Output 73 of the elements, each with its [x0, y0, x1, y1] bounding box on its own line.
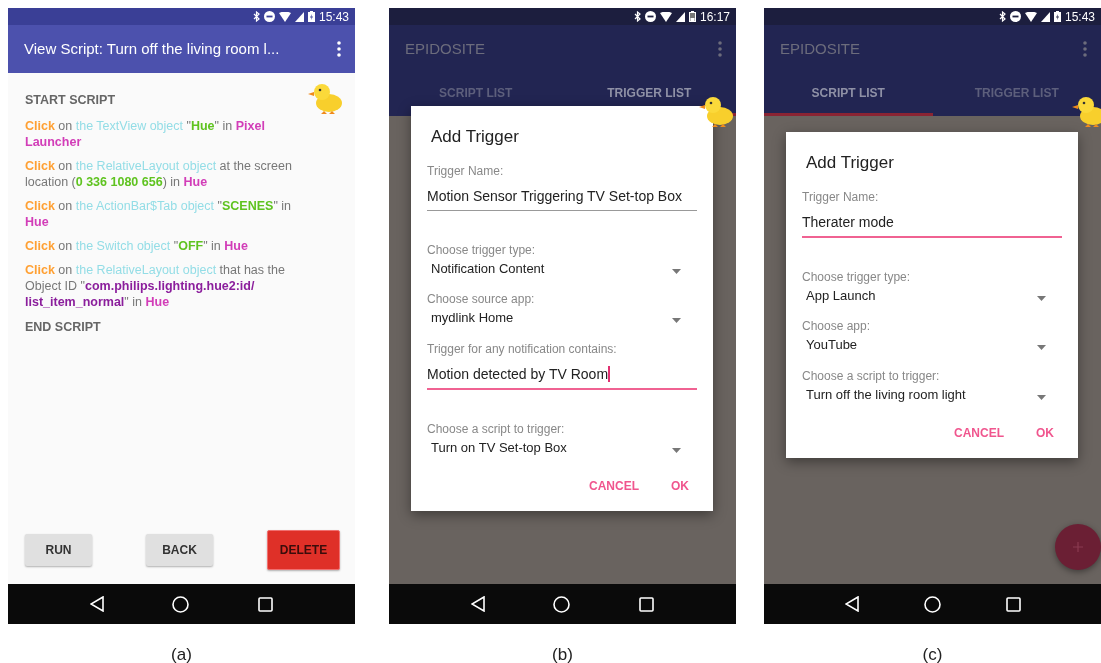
recent-apps-icon[interactable] [1005, 596, 1021, 612]
status-time: 15:43 [318, 8, 349, 26]
figure-caption: (c) [921, 644, 944, 663]
field-label: Trigger Name: [802, 188, 880, 206]
home-icon[interactable] [553, 595, 571, 613]
field-label: Choose a script to trigger: [427, 420, 566, 438]
recent-apps-icon[interactable] [257, 596, 273, 612]
dropdown[interactable]: YouTube [802, 335, 1062, 355]
dropdown-caret-icon [672, 318, 681, 323]
back-icon[interactable] [844, 596, 859, 612]
do-not-disturb-icon [644, 11, 656, 22]
dialog-title: Add Trigger [806, 152, 895, 174]
dialog-title: Add Trigger [431, 126, 520, 148]
signal-icon [675, 11, 685, 22]
duck-icon [1072, 94, 1101, 128]
dropdown[interactable]: Turn off the living room light [802, 384, 1062, 404]
dropdown-caret-icon [672, 447, 681, 453]
wifi-icon [1024, 11, 1037, 22]
field-label: Trigger Name: [427, 162, 505, 180]
field-label: Choose trigger type: [427, 241, 537, 259]
bluetooth-icon [252, 11, 260, 22]
overflow-menu-icon[interactable] [1083, 41, 1087, 57]
delete-button[interactable]: DELETE [267, 530, 340, 570]
dropdown-caret-icon [1037, 295, 1046, 301]
dropdown-caret-icon [1037, 394, 1046, 400]
wifi-icon [659, 11, 672, 22]
field-label: Choose trigger type: [802, 268, 912, 286]
overflow-menu-icon[interactable] [337, 41, 341, 57]
script-step: Click on the TextView object "Hue" in Pixel Launcher [25, 117, 293, 150]
home-icon[interactable] [172, 595, 190, 613]
text-field[interactable]: Motion Sensor Triggering TV Set-top Box [427, 181, 697, 211]
script-step: Click on the Switch object "OFF" in Hue [25, 237, 293, 254]
status-time: 15:43 [1064, 8, 1095, 26]
script-end-label: END SCRIPT [25, 318, 102, 336]
script-step: Click on the RelativeLayout object at the screen location (0 336 1080 656) in Hue [25, 157, 293, 190]
duck-icon [699, 94, 735, 128]
bluetooth-icon [633, 11, 641, 22]
script-start-label: START SCRIPT [25, 92, 117, 109]
dropdown[interactable]: App Launch [802, 285, 1062, 305]
status-time: 16:17 [699, 8, 730, 26]
bluetooth-icon [998, 11, 1006, 22]
app-bar-title: EPIDOSITE [780, 38, 861, 59]
field-label: Choose source app: [427, 291, 536, 308]
signal-icon [294, 11, 304, 22]
figure-caption: (a) [170, 644, 193, 663]
do-not-disturb-icon [1009, 11, 1021, 22]
wifi-icon [278, 11, 291, 22]
signal-icon [1040, 11, 1050, 22]
field-label: Choose a script to trigger: [802, 367, 941, 385]
duck-icon [308, 81, 344, 115]
action-button[interactable]: BACK [146, 534, 213, 566]
action-button[interactable]: RUN [25, 534, 92, 566]
overflow-menu-icon[interactable] [718, 41, 722, 57]
figure-caption: (b) [551, 644, 574, 663]
home-icon[interactable] [923, 595, 941, 613]
dropdown[interactable]: mydlink Home [427, 308, 697, 328]
app-bar-title: View Script: Turn off the living room l... [24, 38, 280, 59]
dropdown-caret-icon [672, 268, 681, 274]
dropdown[interactable]: Turn on TV Set-top Box [427, 437, 697, 457]
text-field[interactable]: Motion detected by TV Room [427, 359, 697, 390]
field-label: Trigger for any notification contains: [427, 340, 618, 358]
script-step: Click on the ActionBar$Tab object "SCENES" in Hue [25, 197, 293, 230]
field-label: Choose app: [802, 318, 872, 335]
dropdown[interactable]: Notification Content [427, 258, 697, 278]
back-icon[interactable] [90, 596, 105, 612]
text-field[interactable]: Therater mode [802, 207, 1062, 238]
script-step: Click on the RelativeLayout object that has the Object ID "com.philips.lighting.hue2:id/ list_item_normal" in Hue [25, 261, 293, 310]
app-bar-title: EPIDOSITE [405, 38, 486, 59]
do-not-disturb-icon [263, 11, 275, 22]
back-icon[interactable] [471, 596, 486, 612]
dropdown-caret-icon [1037, 345, 1046, 350]
plus-icon [1073, 542, 1083, 552]
recent-apps-icon[interactable] [638, 596, 654, 612]
